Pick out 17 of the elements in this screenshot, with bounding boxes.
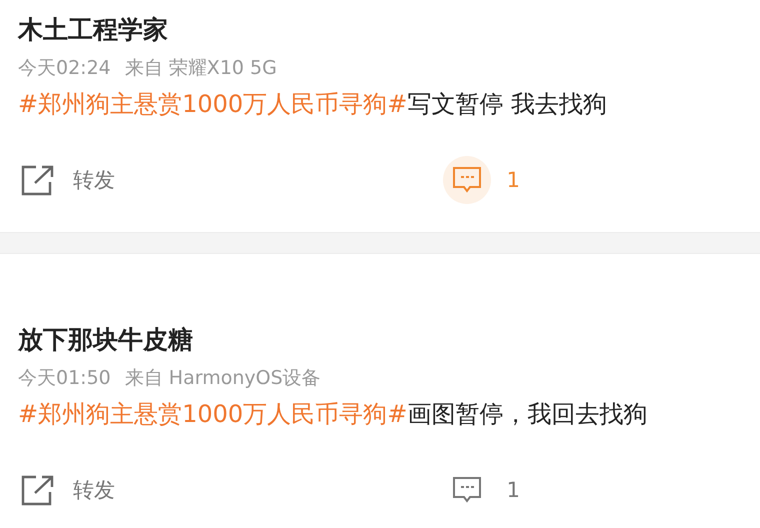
hashtag-link[interactable]: #郑州狗主悬赏1000万人民币寻狗# [18, 90, 408, 118]
comment-icon [452, 475, 482, 505]
repost-button[interactable]: 转发 [21, 164, 115, 196]
repost-button[interactable]: 转发 [21, 474, 115, 506]
author-name[interactable]: 放下那块牛皮糖 [18, 322, 193, 358]
share-icon [21, 164, 55, 196]
author-name[interactable]: 木土工程学家 [18, 12, 168, 48]
comment-button[interactable]: 1 [442, 466, 520, 514]
hashtag-link[interactable]: #郑州狗主悬赏1000万人民币寻狗# [18, 400, 408, 428]
post-text: #郑州狗主悬赏1000万人民币寻狗#画图暂停，我回去找狗 [18, 399, 648, 430]
post-source: 来自 荣耀X10 5G [124, 56, 277, 81]
post-time: 今天02:24 [18, 56, 111, 81]
post-time: 今天01:50 [18, 366, 111, 391]
post-text: #郑州狗主悬赏1000万人民币寻狗#写文暂停 我去找狗 [18, 89, 607, 120]
share-icon [21, 474, 55, 506]
comment-icon [452, 165, 482, 195]
post-source: 来自 HarmonyOS设备 [124, 366, 321, 391]
